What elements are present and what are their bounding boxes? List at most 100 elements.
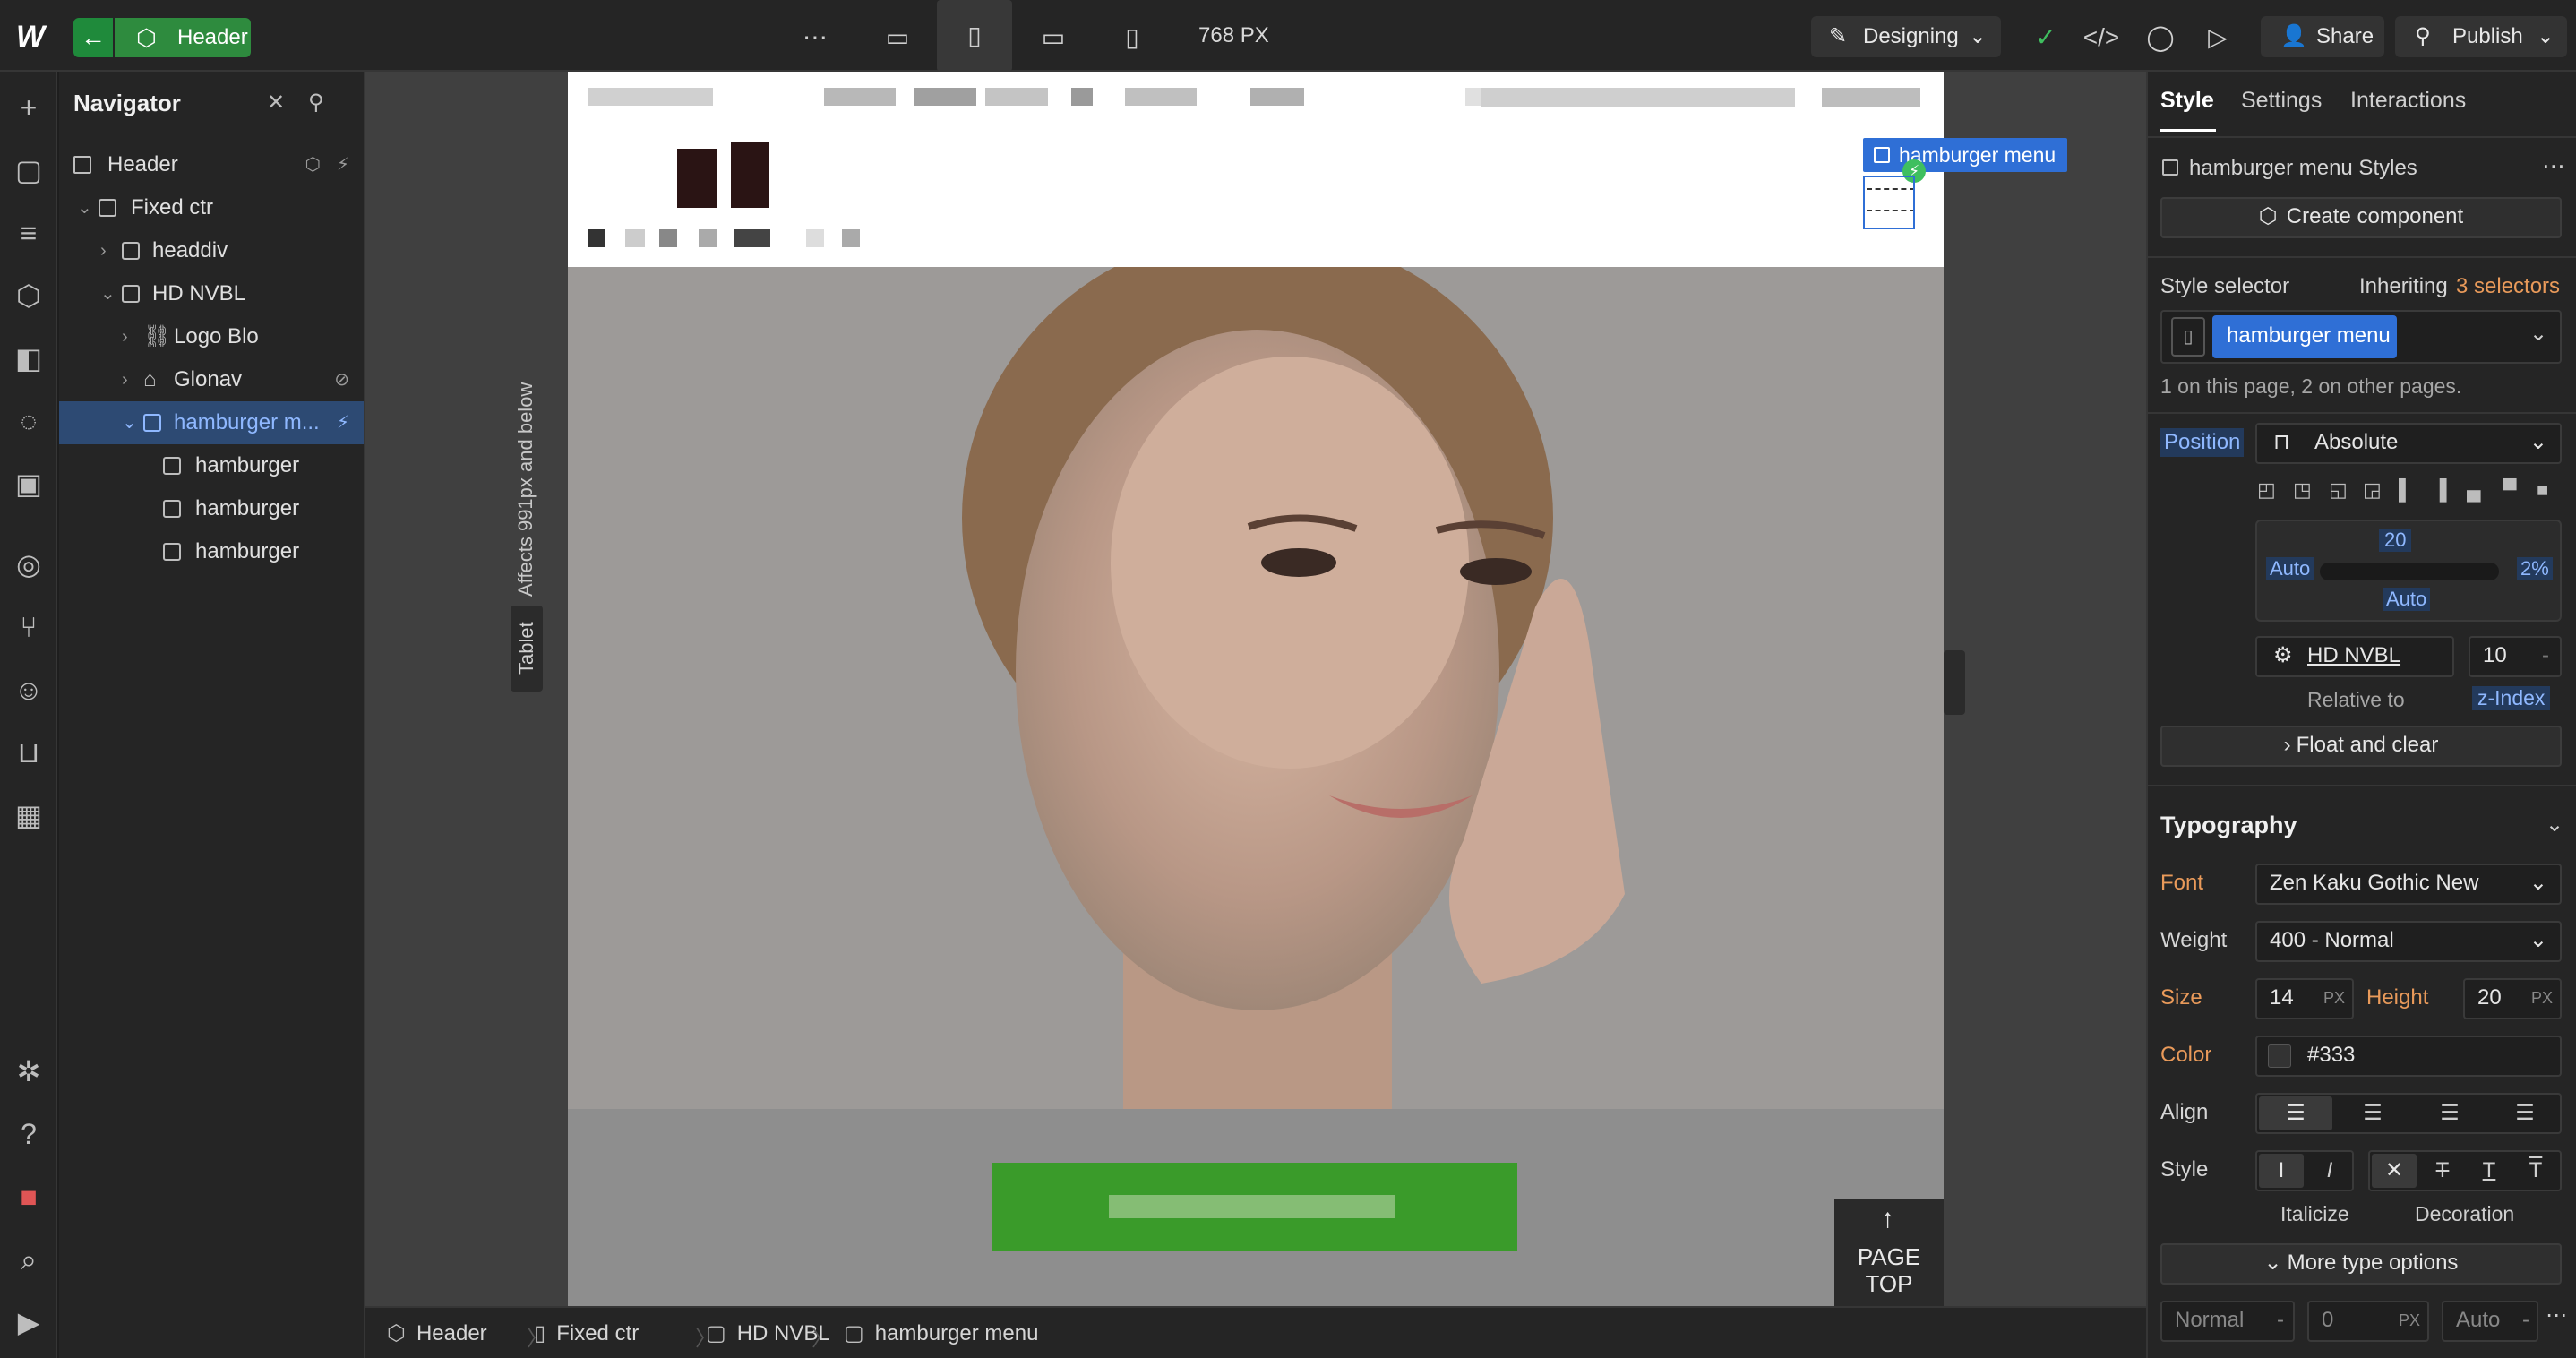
ecommerce-icon[interactable]: ⊔ bbox=[9, 733, 48, 772]
weight-select[interactable]: 400 - Normal ⌄ bbox=[2255, 921, 2562, 962]
preset-bottom-left-icon[interactable]: ◱ bbox=[2329, 478, 2348, 502]
chevron-right-icon[interactable]: › bbox=[122, 315, 128, 358]
more-type-options-button[interactable]: ⌄ More type options bbox=[2160, 1243, 2562, 1285]
typography-header[interactable]: Typography bbox=[2160, 812, 2297, 839]
nav-item-hamburger-menu[interactable]: ⌄ hamburger m... ⚡ bbox=[59, 401, 364, 444]
text-indent-unit[interactable]: PX bbox=[2399, 1302, 2420, 1338]
logic-icon[interactable]: ⑂ bbox=[9, 607, 48, 647]
align-left-icon[interactable]: ☰ bbox=[2259, 1096, 2332, 1130]
preset-top-right-icon[interactable]: ◳ bbox=[2293, 478, 2312, 502]
position-left-value[interactable]: Auto bbox=[2266, 557, 2314, 580]
apps-icon[interactable]: ▦ bbox=[9, 795, 48, 835]
color-swatch[interactable] bbox=[2268, 1044, 2291, 1068]
nav-item-fixed-ctr[interactable]: ⌄ Fixed ctr bbox=[59, 186, 364, 229]
preset-bottom-right-icon[interactable]: ◲ bbox=[2363, 478, 2382, 502]
line-height-unit[interactable]: PX bbox=[2531, 980, 2553, 1016]
upright-icon[interactable]: I bbox=[2259, 1154, 2304, 1188]
webflow-logo-icon[interactable]: W bbox=[16, 20, 52, 54]
nav-item-logo-blo[interactable]: › ⛓ Logo Blo bbox=[59, 315, 364, 358]
color-field[interactable]: #333 bbox=[2255, 1036, 2562, 1077]
inheriting-selectors-link[interactable]: 3 selectors bbox=[2456, 274, 2560, 299]
chevron-down-icon[interactable]: ⌄ bbox=[2546, 812, 2563, 838]
nav-item-glonav[interactable]: › ⌂ Glonav ⊘ bbox=[59, 358, 364, 401]
preset-top-left-icon[interactable]: ◰ bbox=[2257, 478, 2276, 502]
mobile-landscape-breakpoint-icon[interactable]: ▭ bbox=[1032, 16, 1075, 59]
align-justify-icon[interactable]: ☰ bbox=[2488, 1096, 2562, 1130]
chevron-down-icon[interactable]: ⌄ bbox=[100, 272, 116, 315]
record-icon[interactable]: ■ bbox=[9, 1177, 48, 1216]
nav-item-hamburger-2[interactable]: hamburger bbox=[59, 487, 364, 530]
breadcrumb-item-hamburger-menu[interactable]: ▢ hamburger menu bbox=[844, 1320, 1038, 1346]
breadcrumb-item-header[interactable]: ⬡ Header bbox=[387, 1320, 487, 1346]
size-field[interactable]: 14 PX bbox=[2255, 978, 2354, 1019]
variables-icon[interactable]: ◌ bbox=[9, 401, 48, 441]
add-icon[interactable]: + bbox=[9, 88, 48, 127]
preset-full-icon[interactable]: ■ bbox=[2537, 478, 2548, 502]
position-label[interactable]: Position bbox=[2160, 428, 2245, 457]
cta-button[interactable] bbox=[992, 1163, 1517, 1251]
element-state-icon[interactable]: ▯ bbox=[2171, 317, 2205, 357]
tablet-breakpoint-icon[interactable]: ▯ bbox=[937, 0, 1012, 72]
style-manager-icon[interactable]: ◧ bbox=[9, 339, 48, 378]
underline-icon[interactable]: T bbox=[2467, 1154, 2512, 1188]
publish-button[interactable]: ⚲ Publish ⌄ bbox=[2395, 16, 2567, 57]
preset-bottom-icon[interactable]: ▄ bbox=[2467, 478, 2481, 502]
assets-icon[interactable]: ▣ bbox=[9, 464, 48, 503]
nav-item-hamburger-1[interactable]: hamburger bbox=[59, 444, 364, 487]
preview-play-icon[interactable]: ▷ bbox=[2196, 16, 2239, 59]
text-indent-field[interactable]: 0 PX bbox=[2307, 1301, 2429, 1342]
canvas-resize-handle[interactable] bbox=[1944, 650, 1965, 715]
pin-icon[interactable]: ⚲ bbox=[308, 90, 324, 116]
strikethrough-icon[interactable]: T bbox=[2420, 1154, 2465, 1188]
page-canvas[interactable]: ↑ PAGE TOP bbox=[568, 72, 1944, 1306]
collapse-icon[interactable]: ✕ bbox=[267, 90, 285, 116]
more-options-icon[interactable]: ⋯ bbox=[794, 16, 837, 59]
selection-outline[interactable] bbox=[1863, 176, 1915, 229]
position-right-value[interactable]: 2% bbox=[2517, 557, 2553, 580]
tab-interactions[interactable]: Interactions bbox=[2350, 88, 2466, 114]
users-icon[interactable]: ☺ bbox=[9, 670, 48, 709]
position-select[interactable]: ⊓ Absolute ⌄ bbox=[2255, 423, 2562, 464]
components-icon[interactable]: ⬡ bbox=[9, 276, 48, 315]
letter-spacing-field[interactable]: Normal - bbox=[2160, 1301, 2295, 1342]
preset-left-icon[interactable]: ▌ bbox=[2399, 478, 2413, 502]
help-icon[interactable]: ? bbox=[9, 1114, 48, 1154]
font-select[interactable]: Zen Kaku Gothic New ⌄ bbox=[2255, 864, 2562, 905]
more-options-icon[interactable]: ⋯ bbox=[2542, 152, 2565, 180]
columns-field[interactable]: Auto - bbox=[2442, 1301, 2538, 1342]
align-center-icon[interactable]: ☰ bbox=[2336, 1096, 2409, 1130]
chevron-right-icon[interactable]: › bbox=[122, 358, 128, 401]
check-circle-icon[interactable]: ✓ bbox=[2024, 16, 2067, 59]
pages-icon[interactable]: ▢ bbox=[9, 150, 48, 190]
component-pill[interactable]: ⬡ Header bbox=[115, 18, 251, 57]
site-header[interactable] bbox=[568, 72, 1944, 267]
breadcrumb-item-fixed-ctr[interactable]: ▯ Fixed ctr bbox=[534, 1320, 639, 1346]
align-right-icon[interactable]: ☰ bbox=[2413, 1096, 2486, 1130]
share-button[interactable]: 👤 Share bbox=[2261, 16, 2384, 57]
comment-icon[interactable]: ◯ bbox=[2139, 16, 2182, 59]
chevron-down-icon[interactable]: ⌄ bbox=[122, 401, 137, 444]
size-unit[interactable]: PX bbox=[2323, 980, 2345, 1016]
cms-icon[interactable]: ◎ bbox=[9, 545, 48, 584]
no-decoration-icon[interactable]: ✕ bbox=[2372, 1154, 2417, 1188]
nav-item-headdiv[interactable]: › headdiv bbox=[59, 229, 364, 272]
relative-to-field[interactable]: ⚙ HD NVBL bbox=[2255, 636, 2454, 677]
desktop-breakpoint-icon[interactable]: ▭ bbox=[876, 16, 919, 59]
italic-icon[interactable]: I bbox=[2307, 1154, 2352, 1188]
position-bottom-value[interactable]: Auto bbox=[2383, 588, 2431, 611]
tab-settings[interactable]: Settings bbox=[2241, 88, 2322, 114]
mobile-portrait-breakpoint-icon[interactable]: ▯ bbox=[1111, 16, 1154, 59]
nav-item-hd-nvbl[interactable]: ⌄ HD NVBL bbox=[59, 272, 364, 315]
search-icon[interactable]: ⌕ bbox=[9, 1240, 48, 1279]
navigator-icon[interactable]: ≡ bbox=[9, 213, 48, 253]
float-clear-button[interactable]: › Float and clear bbox=[2160, 726, 2562, 767]
overline-icon[interactable]: T bbox=[2513, 1154, 2558, 1188]
chevron-right-icon[interactable]: › bbox=[100, 229, 107, 272]
position-top-value[interactable]: 20 bbox=[2379, 529, 2412, 552]
nav-item-hamburger-3[interactable]: hamburger bbox=[59, 530, 364, 573]
create-component-button[interactable]: ⬡ Create component bbox=[2160, 197, 2562, 238]
code-icon[interactable]: </> bbox=[2080, 16, 2123, 59]
page-top-button[interactable]: ↑ PAGE TOP bbox=[1834, 1199, 1944, 1306]
line-height-field[interactable]: 20 PX bbox=[2463, 978, 2562, 1019]
more-options-icon[interactable]: ⋯ bbox=[2546, 1302, 2567, 1328]
